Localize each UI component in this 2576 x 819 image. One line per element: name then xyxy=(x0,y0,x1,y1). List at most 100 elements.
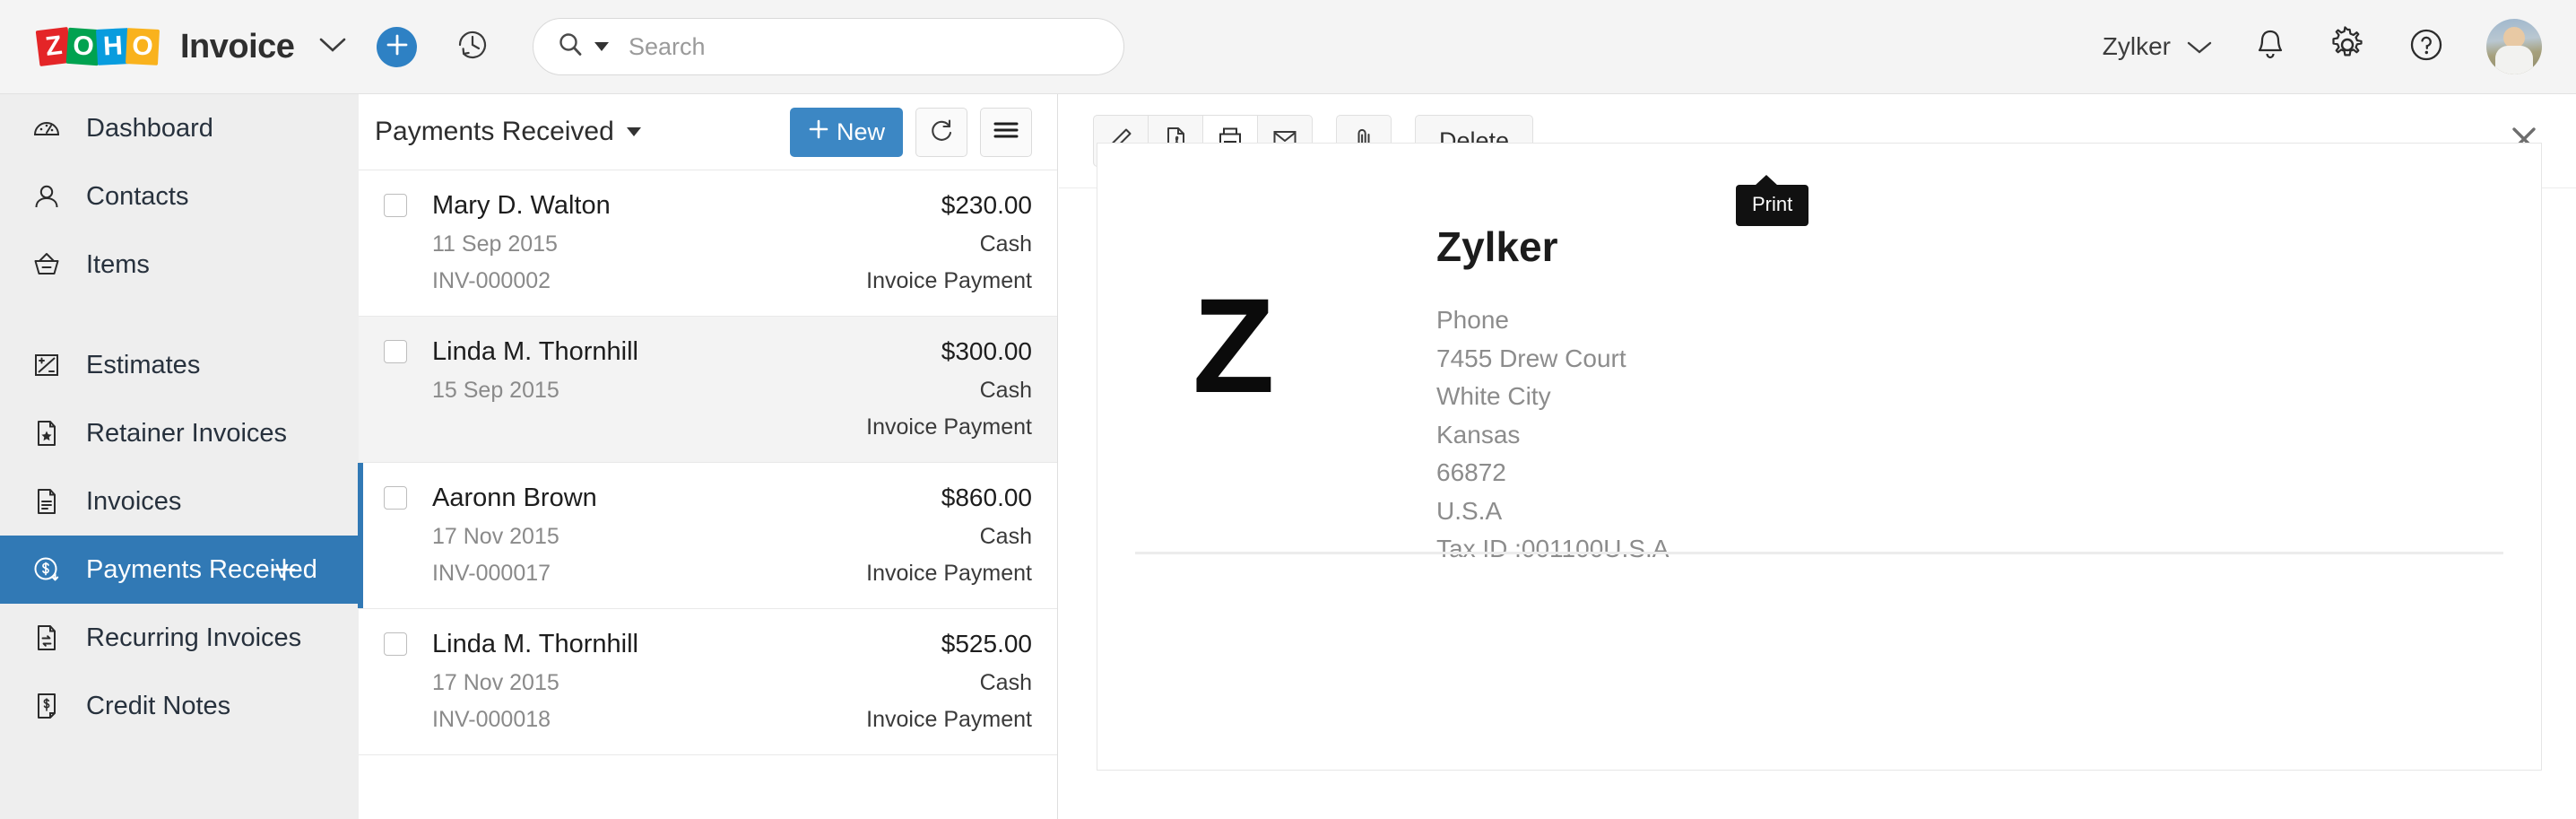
payment-customer-name: Mary D. Walton xyxy=(432,191,611,221)
new-payment-button[interactable]: New xyxy=(790,108,903,157)
organization-name: Zylker xyxy=(2103,32,2171,61)
payment-date: 15 Sep 2015 xyxy=(432,378,559,404)
avatar[interactable] xyxy=(2486,19,2542,74)
refresh-icon xyxy=(928,117,955,148)
payments-list-panel: Payments Received New xyxy=(359,94,1058,819)
sidebar-item-label: Retainer Invoices xyxy=(86,419,287,449)
chevron-down-icon[interactable] xyxy=(319,37,346,57)
payment-list-item[interactable]: Linda M. Thornhill $525.00 17 Nov 2015 C… xyxy=(359,609,1057,755)
payment-reference: INV-000017 xyxy=(432,561,551,587)
gear-icon xyxy=(2329,26,2366,64)
sidebar-item-retainer-invoices[interactable]: Retainer Invoices xyxy=(0,399,359,467)
payment-amount: $525.00 xyxy=(941,630,1032,658)
sidebar-item-label: Estimates xyxy=(86,351,200,380)
hamburger-menu-icon xyxy=(993,120,1019,144)
help-button[interactable] xyxy=(2407,26,2445,68)
company-info: Zylker Phone 7455 Drew Court White City … xyxy=(1436,203,1669,569)
payment-type: Invoice Payment xyxy=(866,707,1032,733)
sidebar-item-contacts[interactable]: Contacts xyxy=(0,162,359,231)
list-actions: New xyxy=(790,108,1032,157)
sidebar-item-estimates[interactable]: Estimates xyxy=(0,331,359,399)
quick-create-button[interactable] xyxy=(377,27,417,67)
question-mark-icon xyxy=(2407,26,2445,64)
payment-mode: Cash xyxy=(980,670,1032,696)
document-star-icon xyxy=(27,418,66,449)
search-icon xyxy=(557,31,584,63)
company-address-line: 7455 Drew Court xyxy=(1436,340,1669,379)
payment-date: 17 Nov 2015 xyxy=(432,670,559,696)
add-payment-button[interactable] xyxy=(271,556,298,583)
company-address-line: 66872 xyxy=(1436,454,1669,492)
zoho-logo: Z O H O xyxy=(38,26,159,67)
sidebar-item-dashboard[interactable]: Dashboard xyxy=(0,94,359,162)
new-button-label: New xyxy=(837,118,885,146)
sidebar-item-recurring-invoices[interactable]: Recurring Invoices xyxy=(0,604,359,672)
list-menu-button[interactable] xyxy=(980,108,1032,157)
payment-type: Invoice Payment xyxy=(866,414,1032,440)
chevron-down-icon xyxy=(2187,32,2212,61)
search-bar[interactable]: Search xyxy=(533,18,1124,75)
payment-amount: $860.00 xyxy=(941,484,1032,512)
payment-list-item[interactable]: Linda M. Thornhill $300.00 15 Sep 2015 C… xyxy=(359,317,1057,463)
company-tax-id: Tax ID :001100U.S.A xyxy=(1436,530,1669,569)
search-input[interactable]: Search xyxy=(629,33,706,61)
company-name: Zylker xyxy=(1436,222,1669,271)
print-tooltip: Print xyxy=(1736,185,1808,226)
recent-history-button[interactable] xyxy=(453,25,492,69)
dollar-arrow-down-icon xyxy=(27,554,66,585)
company-logo-letter: Z xyxy=(1141,203,1436,569)
company-address-line: U.S.A xyxy=(1436,492,1669,531)
document-preview-card: Z Zylker Phone 7455 Drew Court White Cit… xyxy=(1097,143,2542,771)
sidebar-item-label: Recurring Invoices xyxy=(86,623,301,653)
brand-area[interactable]: Z O H O Invoice xyxy=(0,0,359,94)
settings-button[interactable] xyxy=(2329,26,2366,68)
list-view-selector[interactable]: Payments Received xyxy=(375,117,641,147)
chevron-down-icon xyxy=(627,127,641,136)
document-recurring-icon xyxy=(27,623,66,653)
person-icon xyxy=(27,181,66,212)
payment-type: Invoice Payment xyxy=(866,268,1032,294)
sidebar-item-label: Credit Notes xyxy=(86,692,230,721)
payment-mode: Cash xyxy=(980,378,1032,404)
payment-date: 11 Sep 2015 xyxy=(432,231,558,257)
sidebar-item-payments-received[interactable]: Payments Received xyxy=(0,536,359,604)
row-checkbox[interactable] xyxy=(384,486,407,510)
sidebar-item-label: Invoices xyxy=(86,487,181,517)
search-filter-caret-icon[interactable] xyxy=(594,42,609,51)
sidebar: Dashboard Contacts Items Estimates Retai… xyxy=(0,94,359,819)
company-address-line: Phone xyxy=(1436,301,1669,340)
payment-mode: Cash xyxy=(980,231,1032,257)
sidebar-item-label: Contacts xyxy=(86,182,188,212)
payment-list-item[interactable]: Aaronn Brown $860.00 17 Nov 2015 Cash IN… xyxy=(359,463,1057,609)
payment-date: 17 Nov 2015 xyxy=(432,524,559,550)
row-checkbox[interactable] xyxy=(384,632,407,656)
payment-customer-name: Linda M. Thornhill xyxy=(432,630,638,659)
bell-icon xyxy=(2253,26,2287,64)
payment-amount: $300.00 xyxy=(941,337,1032,366)
document-lines-icon xyxy=(27,486,66,517)
row-checkbox[interactable] xyxy=(384,194,407,217)
sidebar-item-label: Dashboard xyxy=(86,114,213,144)
plus-icon xyxy=(386,33,409,61)
payment-reference: INV-000018 xyxy=(432,707,551,733)
refresh-button[interactable] xyxy=(915,108,967,157)
payment-list-item[interactable]: Mary D. Walton $230.00 11 Sep 2015 Cash … xyxy=(359,170,1057,317)
payment-customer-name: Aaronn Brown xyxy=(432,484,597,513)
payment-reference: INV-000002 xyxy=(432,268,551,294)
notifications-button[interactable] xyxy=(2253,26,2287,68)
app-name: Invoice xyxy=(180,28,294,66)
payment-customer-name: Linda M. Thornhill xyxy=(432,337,638,367)
top-bar: Z O H O Invoice Search xyxy=(0,0,2576,94)
topbar-right-group: Zylker xyxy=(2103,19,2576,74)
row-checkbox[interactable] xyxy=(384,340,407,363)
document-header: Z Zylker Phone 7455 Drew Court White Cit… xyxy=(1097,144,2541,569)
payment-detail-panel: Delete Print Z Zylker Phone 7455 Drew Co… xyxy=(1059,94,2576,819)
sidebar-item-invoices[interactable]: Invoices xyxy=(0,467,359,536)
organization-switcher[interactable]: Zylker xyxy=(2103,32,2212,61)
basket-icon xyxy=(27,249,66,280)
plus-icon xyxy=(808,118,829,146)
payment-amount: $230.00 xyxy=(941,191,1032,220)
sidebar-item-credit-notes[interactable]: Credit Notes xyxy=(0,672,359,740)
list-header: Payments Received New xyxy=(359,94,1057,170)
sidebar-item-items[interactable]: Items xyxy=(0,231,359,299)
